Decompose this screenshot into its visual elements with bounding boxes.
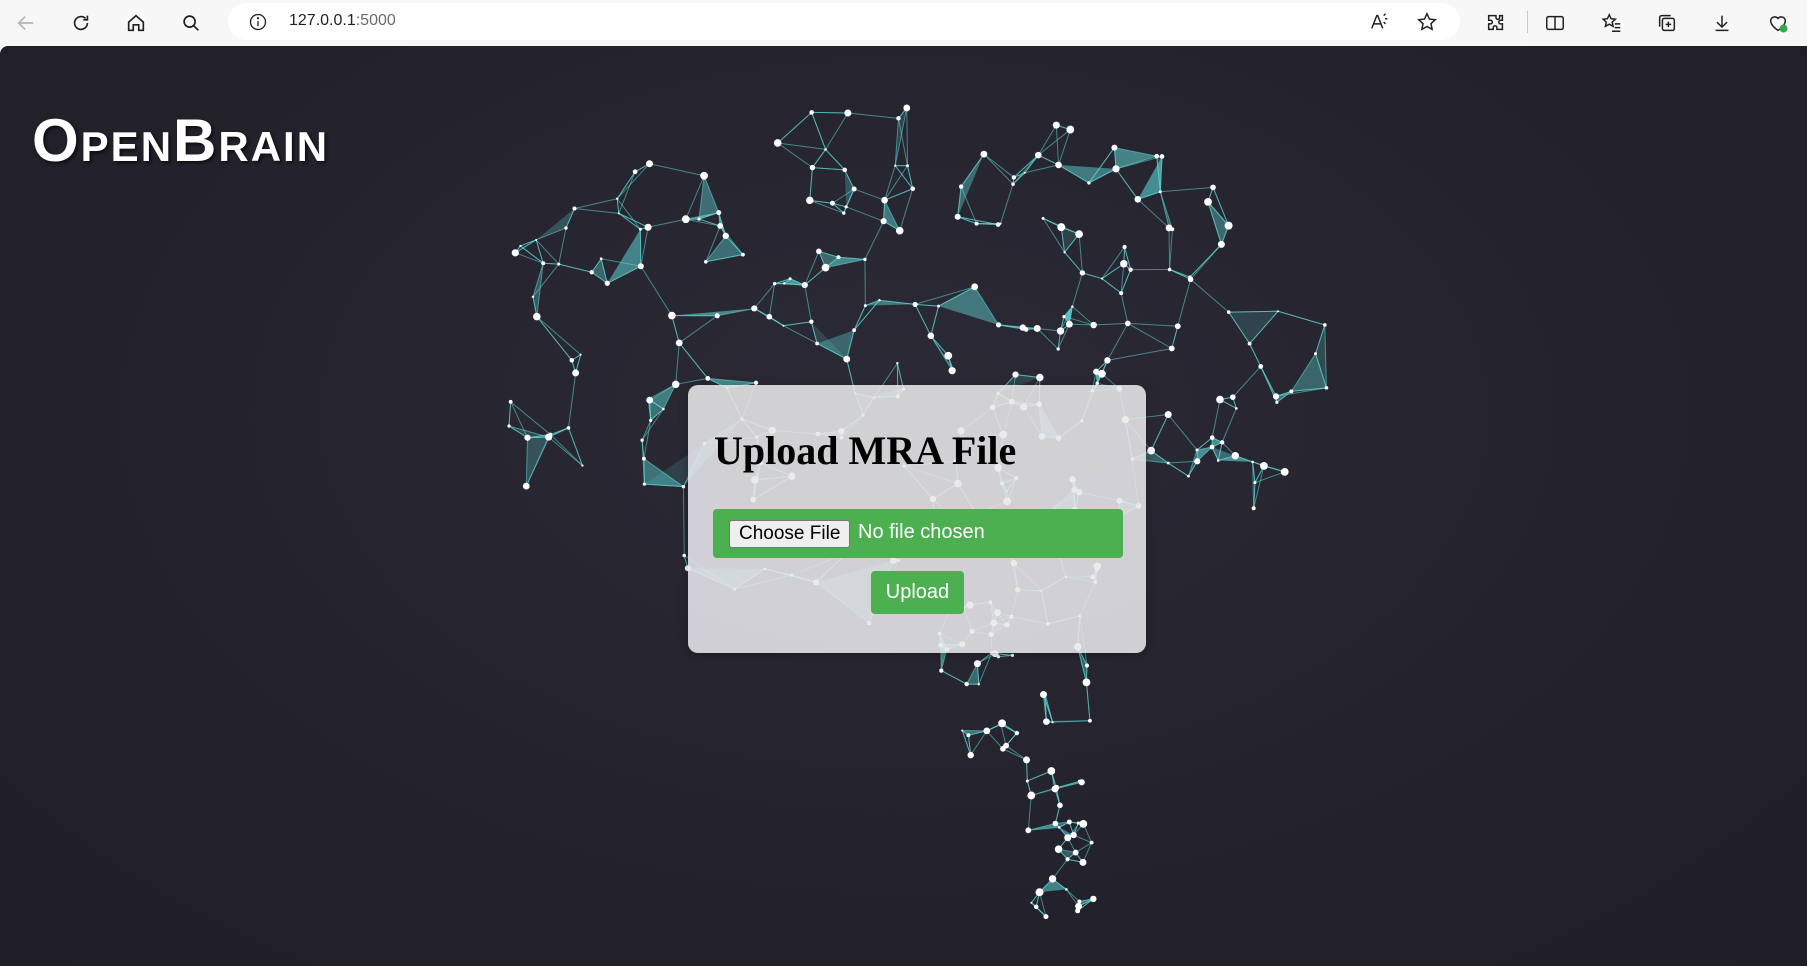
home-icon[interactable]	[118, 5, 154, 41]
browser-toolbar: 127.0.0.1:5000	[0, 0, 1807, 46]
read-aloud-icon[interactable]	[1369, 11, 1391, 33]
site-info-icon[interactable]	[248, 12, 268, 32]
search-icon[interactable]	[173, 5, 209, 41]
url-port: :5000	[355, 12, 396, 29]
toolbar-divider	[1527, 11, 1528, 33]
site-logo: OpenBrain	[32, 107, 330, 174]
favorite-star-icon[interactable]	[1416, 11, 1438, 33]
choose-file-button[interactable]: Choose File	[729, 520, 851, 548]
file-status-text: No file chosen	[858, 521, 985, 543]
extensions-icon[interactable]	[1478, 5, 1514, 41]
downloads-icon[interactable]	[1704, 5, 1740, 41]
favorites-icon[interactable]	[1594, 5, 1630, 41]
upload-card: Upload MRA File Choose File No file chos…	[688, 385, 1146, 653]
upload-button[interactable]: Upload	[871, 571, 964, 614]
browser-essentials-icon[interactable]	[1760, 5, 1796, 41]
reload-icon[interactable]	[63, 5, 99, 41]
address-url[interactable]: 127.0.0.1:5000	[289, 12, 396, 30]
back-icon[interactable]	[8, 5, 44, 41]
address-bar[interactable]: 127.0.0.1:5000	[228, 3, 1460, 40]
url-host: 127.0.0.1	[289, 12, 356, 29]
upload-title: Upload MRA File	[714, 428, 1017, 473]
split-screen-icon[interactable]	[1537, 5, 1573, 41]
collections-icon[interactable]	[1649, 5, 1685, 41]
page-viewport: OpenBrain Upload MRA File Choose File No…	[0, 46, 1807, 966]
file-input[interactable]: Choose File No file chosen	[713, 509, 1123, 558]
